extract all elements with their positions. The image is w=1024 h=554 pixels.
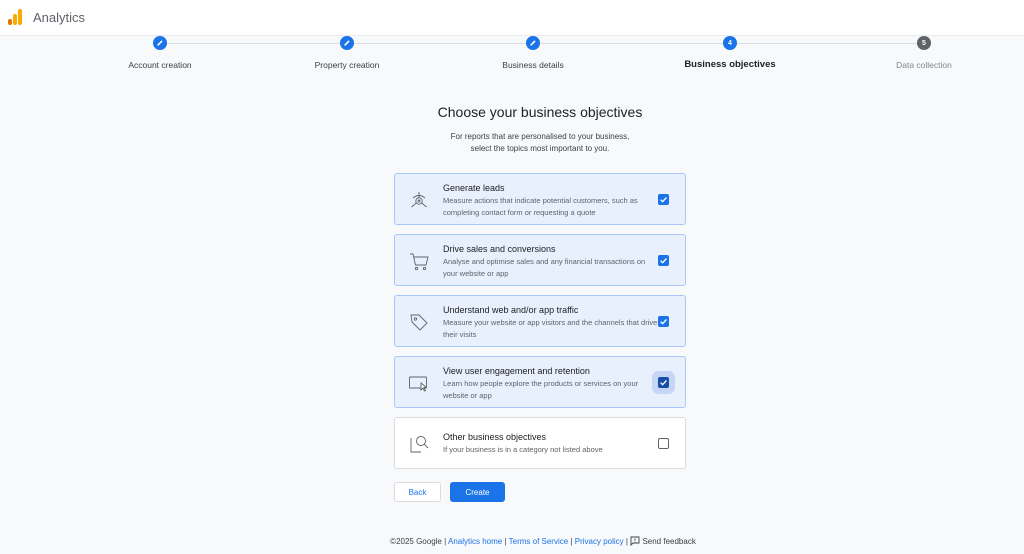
objective-description: Measure actions that indicate potential … [443, 196, 638, 217]
objective-title: View user engagement and retention [443, 366, 590, 376]
top-bar: Analytics [0, 0, 1024, 36]
objective-title: Other business objectives [443, 432, 547, 442]
step-business-details[interactable]: Business details [433, 36, 633, 70]
step-label: Business objectives [684, 59, 776, 70]
separator: | [570, 537, 573, 546]
objective-description: If your business is in a category not li… [443, 445, 603, 454]
step-business-objectives[interactable]: 4 Business objectives [630, 36, 830, 70]
page-title: Choose your business objectives [437, 104, 643, 120]
step-label: Account creation [128, 60, 192, 70]
page-subtitle: For reports that are personalised to you… [0, 131, 1024, 155]
objectives-list: Generate leads Measure actions that indi… [394, 173, 686, 478]
separator: | [625, 537, 628, 546]
terms-link[interactable]: Terms of Service [509, 537, 569, 546]
objective-title: Understand web and/or app traffic [443, 305, 579, 315]
subtitle-line-2: select the topics most important to you. [470, 144, 610, 153]
analytics-logo-icon[interactable] [8, 9, 22, 25]
pencil-icon [153, 36, 167, 50]
setup-stepper: Account creation Property creation Busin… [0, 36, 1024, 86]
privacy-link[interactable]: Privacy policy [575, 537, 624, 546]
objective-checkbox[interactable] [658, 255, 669, 266]
objective-description: Learn how people explore the products or… [443, 379, 639, 400]
analytics-home-link[interactable]: Analytics home [448, 537, 502, 546]
send-feedback-link[interactable]: Send feedback [630, 536, 696, 546]
cart-icon [407, 249, 431, 273]
check-icon [660, 380, 667, 386]
objective-drive-sales[interactable]: Drive sales and conversions Analyse and … [394, 234, 686, 286]
objective-title: Drive sales and conversions [443, 244, 556, 254]
create-button[interactable]: Create [450, 482, 505, 502]
copyright-text: ©2025 Google [390, 537, 442, 546]
pencil-icon [526, 36, 540, 50]
objective-checkbox[interactable] [658, 316, 669, 327]
step-label: Business details [502, 60, 564, 70]
footer: ©2025 Google | Analytics home | Terms of… [0, 536, 1024, 546]
subtitle-line-1: For reports that are personalised to you… [450, 132, 630, 141]
objective-user-engagement[interactable]: View user engagement and retention Learn… [394, 356, 686, 408]
step-data-collection[interactable]: 5 Data collection [824, 36, 1024, 70]
step-number: 4 [723, 36, 737, 50]
objective-checkbox[interactable] [658, 438, 669, 449]
objective-checkbox[interactable] [658, 194, 669, 205]
objective-checkbox[interactable] [658, 377, 669, 388]
objective-web-app-traffic[interactable]: Understand web and/or app traffic Measur… [394, 295, 686, 347]
step-property-creation[interactable]: Property creation [247, 36, 447, 70]
step-label: Data collection [896, 60, 952, 70]
objective-description: Analyse and optimise sales and any finan… [443, 257, 646, 278]
feedback-label: Send feedback [642, 537, 696, 546]
step-number: 5 [917, 36, 931, 50]
objective-generate-leads[interactable]: Generate leads Measure actions that indi… [394, 173, 686, 225]
check-icon [660, 258, 667, 264]
pencil-icon [340, 36, 354, 50]
separator: | [504, 537, 507, 546]
objective-title: Generate leads [443, 183, 505, 193]
objective-description: Measure your website or app visitors and… [443, 318, 658, 339]
app-title[interactable]: Analytics [33, 10, 85, 25]
magnifier-doc-icon [407, 432, 431, 456]
step-account-creation[interactable]: Account creation [60, 36, 260, 70]
back-button[interactable]: Back [394, 482, 441, 502]
step-label: Property creation [314, 60, 380, 70]
separator: | [444, 537, 447, 546]
objective-other[interactable]: Other business objectives If your busine… [394, 417, 686, 469]
feedback-icon [630, 536, 640, 546]
target-icon [407, 188, 431, 212]
screen-cursor-icon [407, 371, 431, 395]
check-icon [660, 319, 667, 325]
check-icon [660, 197, 667, 203]
tag-icon [407, 310, 431, 334]
